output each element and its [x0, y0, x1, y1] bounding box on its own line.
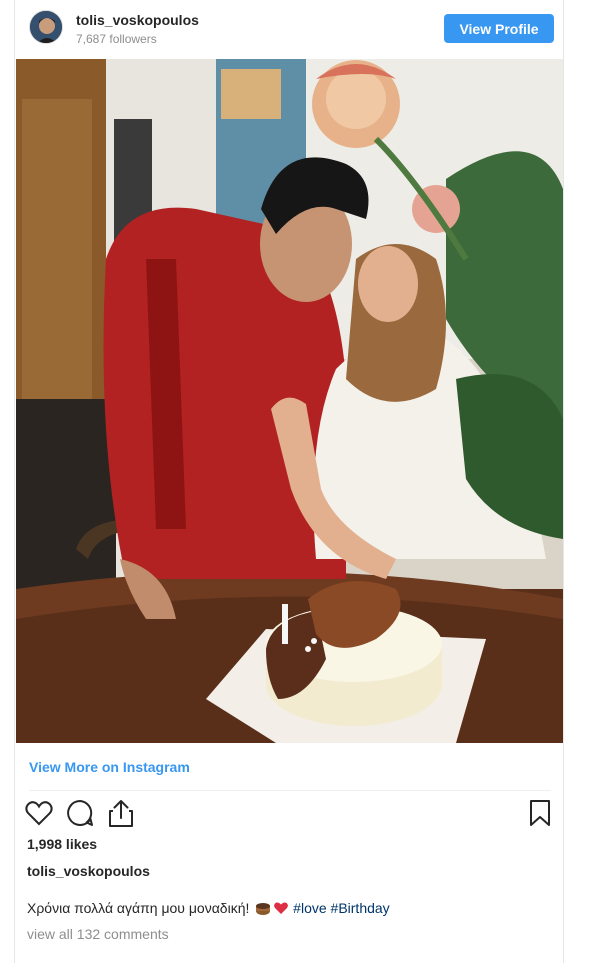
- bookmark-save-icon[interactable]: [529, 799, 551, 832]
- post-header: tolis_voskopoulos 7,687 followers View P…: [15, 0, 565, 58]
- view-all-comments-link[interactable]: view all 132 comments: [27, 926, 169, 942]
- caption-username[interactable]: tolis_voskopoulos: [27, 863, 150, 879]
- like-count[interactable]: 1,998 likes: [27, 836, 97, 852]
- follower-count: 7,687 followers: [76, 32, 157, 46]
- divider: [29, 790, 551, 791]
- instagram-embed-card: tolis_voskopoulos 7,687 followers View P…: [14, 0, 564, 963]
- post-photo[interactable]: [16, 59, 563, 743]
- profile-username[interactable]: tolis_voskopoulos: [76, 12, 199, 28]
- red-heart-emoji-icon: [273, 900, 289, 919]
- caption-text: Χρόνια πολλά αγάπη μου μοναδική!: [27, 900, 254, 916]
- share-icon[interactable]: [108, 798, 134, 833]
- view-profile-button[interactable]: View Profile: [444, 14, 554, 43]
- view-more-on-instagram-link[interactable]: View More on Instagram: [29, 759, 190, 775]
- hashtag-love[interactable]: #love: [293, 900, 326, 916]
- post-photo-illustration: [16, 59, 563, 743]
- post-caption: Χρόνια πολλά αγάπη μου μοναδική! #love #…: [27, 900, 390, 919]
- like-heart-icon[interactable]: [25, 800, 53, 831]
- hashtag-birthday[interactable]: #Birthday: [331, 900, 390, 916]
- avatar-image: [30, 11, 62, 43]
- cake-emoji-icon: [255, 900, 271, 919]
- profile-avatar[interactable]: [29, 10, 63, 44]
- comment-bubble-icon[interactable]: [66, 799, 94, 832]
